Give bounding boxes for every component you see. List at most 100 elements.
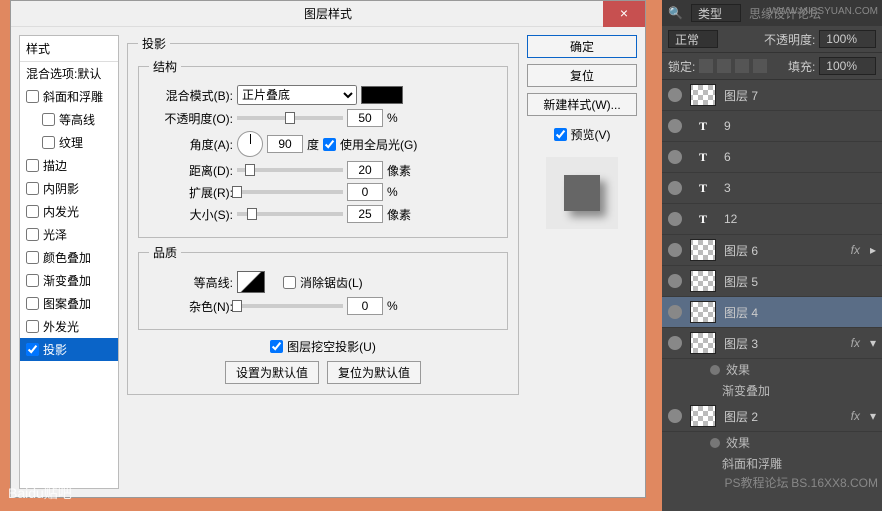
layer-name-label[interactable]: 3 [724, 181, 876, 195]
visibility-eye-icon[interactable] [668, 150, 682, 164]
lock-pixels-icon[interactable] [699, 59, 713, 73]
layer-row[interactable]: T6 [662, 142, 882, 173]
stroke-checkbox[interactable] [26, 159, 39, 172]
style-stroke[interactable]: 描边 [20, 154, 118, 177]
layer-thumbnail[interactable] [690, 239, 716, 261]
fill-value[interactable]: 100% [819, 57, 876, 75]
angle-dial[interactable] [237, 131, 263, 157]
visibility-eye-icon[interactable] [668, 119, 682, 133]
layer-row[interactable]: T9 [662, 111, 882, 142]
style-texture[interactable]: 纹理 [20, 131, 118, 154]
layer-name-label[interactable]: 图层 6 [724, 242, 843, 259]
distance-value[interactable]: 20 [347, 161, 383, 179]
lock-all-icon[interactable] [735, 59, 749, 73]
blend-mode-select[interactable]: 正片叠底 [237, 85, 357, 105]
opacity-value[interactable]: 50 [347, 109, 383, 127]
visibility-eye-icon[interactable] [668, 88, 682, 102]
ok-button[interactable]: 确定 [527, 35, 637, 58]
visibility-eye-icon[interactable] [668, 336, 682, 350]
style-inner-shadow[interactable]: 内阴影 [20, 177, 118, 200]
search-icon[interactable]: 🔍 [668, 6, 683, 20]
fx-badge[interactable]: fx [851, 243, 862, 257]
new-style-button[interactable]: 新建样式(W)... [527, 93, 637, 116]
knockout-checkbox[interactable] [270, 340, 283, 353]
global-light-checkbox[interactable] [323, 138, 336, 151]
style-color-overlay[interactable]: 颜色叠加 [20, 246, 118, 269]
visibility-eye-icon[interactable] [668, 274, 682, 288]
dialog-titlebar[interactable]: 图层样式 × [11, 1, 645, 27]
revert-default-button[interactable]: 复位为默认值 [327, 361, 421, 384]
layer-row[interactable]: T3 [662, 173, 882, 204]
size-slider[interactable] [237, 207, 343, 221]
layer-row[interactable]: 图层 6fx▸ [662, 235, 882, 266]
effect-eye-icon[interactable] [710, 438, 720, 448]
spread-value[interactable]: 0 [347, 183, 383, 201]
outer-glow-checkbox[interactable] [26, 320, 39, 333]
layer-row[interactable]: T12 [662, 204, 882, 235]
effects-row[interactable]: 效果 [662, 359, 882, 380]
drop-shadow-checkbox[interactable] [26, 343, 39, 356]
layer-row[interactable]: 图层 5 [662, 266, 882, 297]
fx-badge[interactable]: fx [851, 409, 862, 423]
layer-name-label[interactable]: 9 [724, 119, 876, 133]
layer-thumbnail[interactable] [690, 301, 716, 323]
preview-checkbox[interactable] [554, 128, 567, 141]
layer-name-label[interactable]: 12 [724, 212, 876, 226]
opacity-slider[interactable] [237, 111, 343, 125]
inner-shadow-checkbox[interactable] [26, 182, 39, 195]
layer-name-label[interactable]: 图层 7 [724, 87, 876, 104]
noise-slider[interactable] [237, 299, 343, 313]
effects-row[interactable]: 效果 [662, 432, 882, 453]
angle-value[interactable]: 90 [267, 135, 303, 153]
styles-header[interactable]: 样式 [20, 36, 118, 62]
color-overlay-checkbox[interactable] [26, 251, 39, 264]
layer-row[interactable]: 图层 7 [662, 80, 882, 111]
style-gradient-overlay[interactable]: 渐变叠加 [20, 269, 118, 292]
layer-blend-combo[interactable]: 正常 [668, 30, 718, 48]
layer-row[interactable]: 图层 3fx▾ [662, 328, 882, 359]
layer-opacity-value[interactable]: 100% [819, 30, 876, 48]
layer-thumbnail[interactable] [690, 270, 716, 292]
visibility-eye-icon[interactable] [668, 409, 682, 423]
texture-checkbox[interactable] [42, 136, 55, 149]
layer-thumbnail[interactable] [690, 84, 716, 106]
filter-type-combo[interactable]: 类型 [691, 4, 741, 22]
chevron-icon[interactable]: ▾ [870, 409, 876, 423]
chevron-icon[interactable]: ▾ [870, 336, 876, 350]
effect-item[interactable]: 斜面和浮雕 [662, 453, 882, 474]
layer-row[interactable]: 图层 4 [662, 297, 882, 328]
lock-icon[interactable] [753, 59, 767, 73]
effect-eye-icon[interactable] [710, 365, 720, 375]
style-satin[interactable]: 光泽 [20, 223, 118, 246]
spread-slider[interactable] [237, 185, 343, 199]
visibility-eye-icon[interactable] [668, 181, 682, 195]
lock-position-icon[interactable] [717, 59, 731, 73]
layer-thumbnail[interactable] [690, 332, 716, 354]
layer-name-label[interactable]: 图层 5 [724, 273, 876, 290]
fx-badge[interactable]: fx [851, 336, 862, 350]
distance-slider[interactable] [237, 163, 343, 177]
inner-glow-checkbox[interactable] [26, 205, 39, 218]
visibility-eye-icon[interactable] [668, 305, 682, 319]
blend-defaults[interactable]: 混合选项:默认 [20, 62, 118, 85]
layer-thumbnail[interactable] [690, 405, 716, 427]
contour-checkbox[interactable] [42, 113, 55, 126]
bevel-checkbox[interactable] [26, 90, 39, 103]
layer-row[interactable]: 图层 2fx▾ [662, 401, 882, 432]
satin-checkbox[interactable] [26, 228, 39, 241]
visibility-eye-icon[interactable] [668, 212, 682, 226]
visibility-eye-icon[interactable] [668, 243, 682, 257]
size-value[interactable]: 25 [347, 205, 383, 223]
pattern-overlay-checkbox[interactable] [26, 297, 39, 310]
style-outer-glow[interactable]: 外发光 [20, 315, 118, 338]
style-bevel[interactable]: 斜面和浮雕 [20, 85, 118, 108]
antialias-checkbox[interactable] [283, 276, 296, 289]
layer-name-label[interactable]: 6 [724, 150, 876, 164]
effect-item[interactable]: 渐变叠加 [662, 380, 882, 401]
style-inner-glow[interactable]: 内发光 [20, 200, 118, 223]
style-drop-shadow[interactable]: 投影 [20, 338, 118, 361]
shadow-color-swatch[interactable] [361, 86, 403, 104]
style-pattern-overlay[interactable]: 图案叠加 [20, 292, 118, 315]
cancel-button[interactable]: 复位 [527, 64, 637, 87]
gradient-overlay-checkbox[interactable] [26, 274, 39, 287]
